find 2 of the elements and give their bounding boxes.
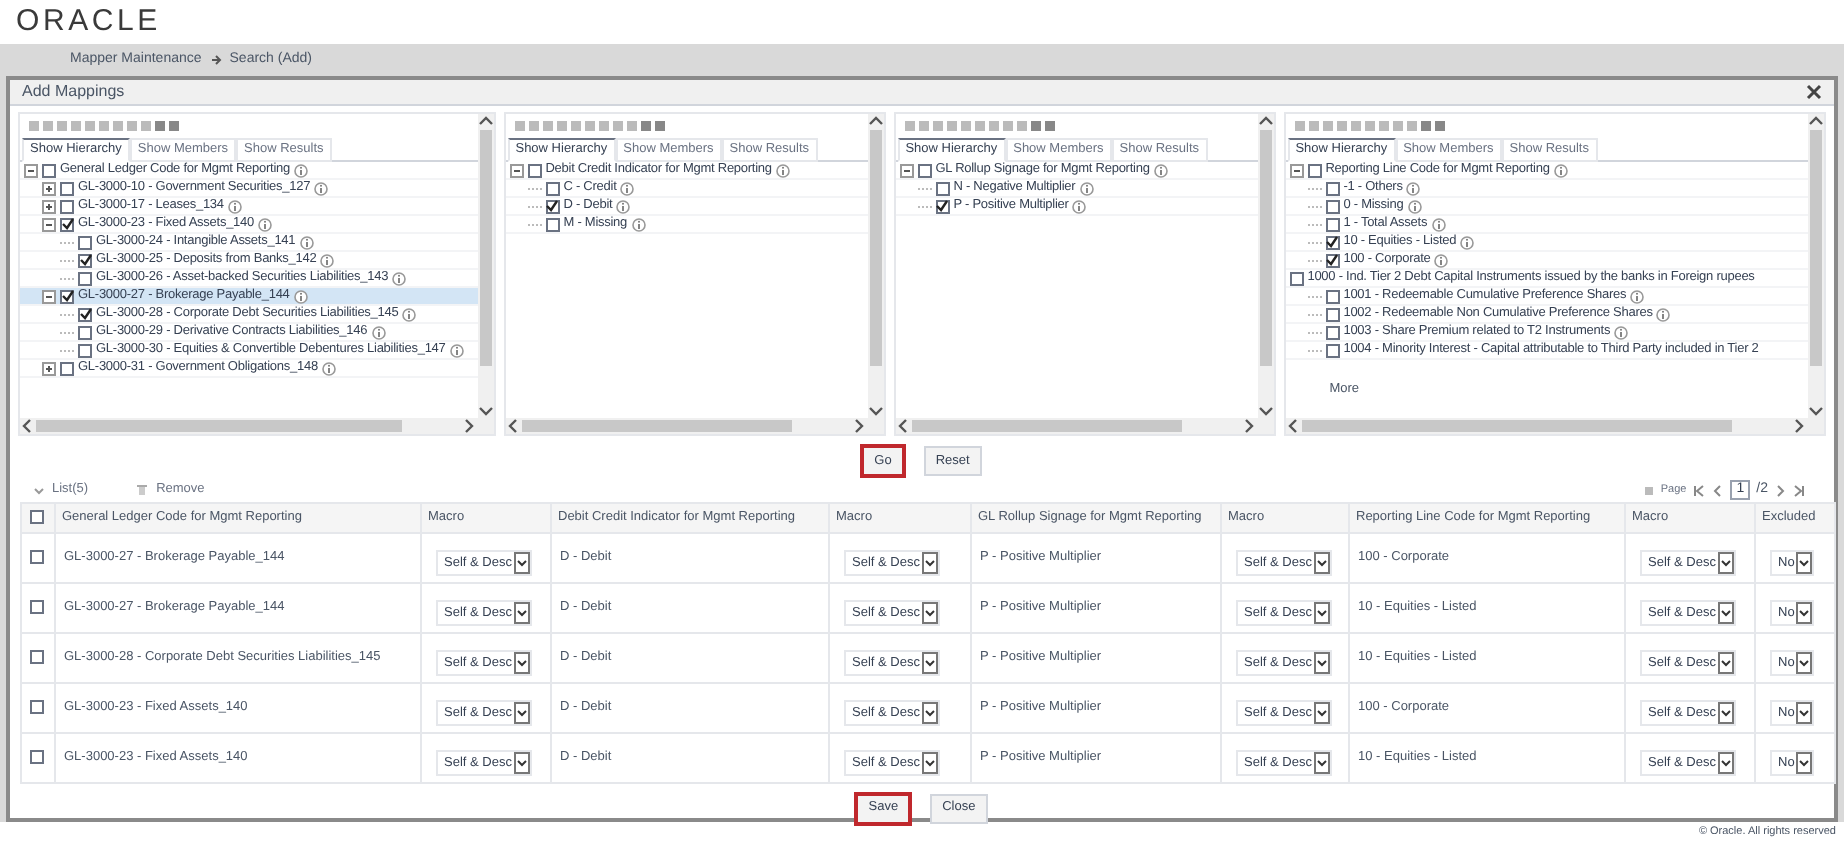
dialog-title: Add Mappings — [22, 80, 125, 104]
oracle-logo: ORACLE — [16, 1, 161, 42]
